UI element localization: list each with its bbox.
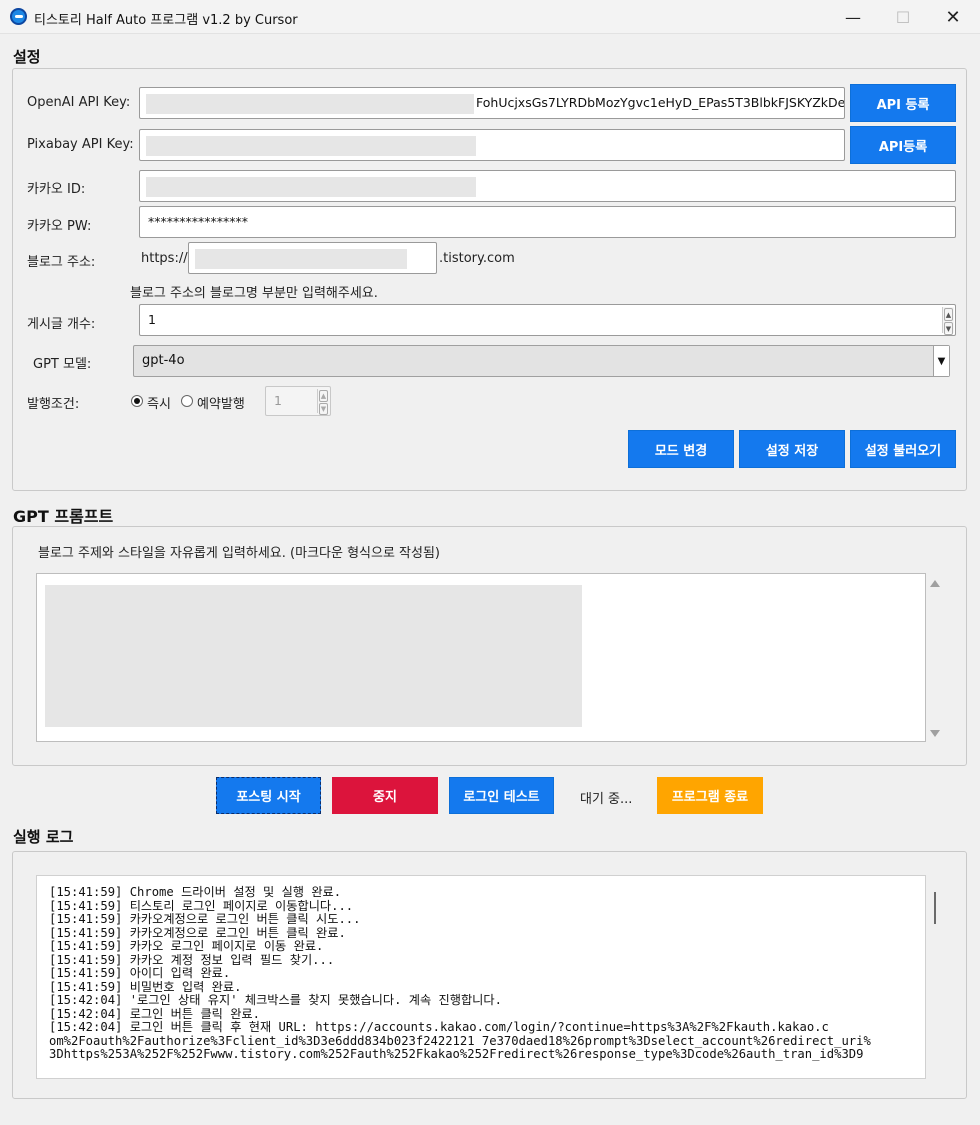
kakao-id-label: 카카오 ID:	[27, 182, 86, 197]
log-scrollbar-thumb[interactable]	[934, 892, 936, 924]
log-section-title: 실행 로그	[13, 828, 74, 846]
log-line: [15:41:59] 카카오 계정 정보 입력 필드 찾기...	[49, 952, 335, 967]
schedule-spin[interactable]: ▲ ▼	[317, 389, 329, 415]
publish-scheduled-label[interactable]: 예약발행	[197, 393, 245, 412]
prompt-scrollbar[interactable]	[927, 573, 943, 742]
exit-program-button[interactable]: 프로그램 종료	[657, 777, 763, 814]
prompt-hint: 블로그 주제와 스타일을 자유롭게 입력하세요. (마크다운 형식으로 작성됨)	[38, 546, 441, 561]
blog-hint: 블로그 주소의 블로그명 부분만 입력해주세요.	[130, 286, 378, 301]
log-line: [15:42:04] '로그인 상태 유지' 체크박스를 찾지 못했습니다. 계…	[49, 993, 502, 1007]
load-settings-button[interactable]: 설정 불러오기	[850, 430, 956, 468]
publish-scheduled-radio[interactable]	[181, 395, 193, 407]
log-line: [15:41:59] 카카오계정으로 로그인 버튼 클릭 완료.	[49, 925, 346, 940]
kakao-pw-input[interactable]: ****************	[139, 206, 956, 238]
kakao-id-input[interactable]	[139, 170, 956, 202]
mode-change-button[interactable]: 모드 변경	[628, 430, 734, 468]
openai-key-input[interactable]: FohUcjxsGs7LYRDbMozYgvc1eHyD_EPas5T3Blbk…	[139, 87, 845, 119]
title-bar: 티스토리 Half Auto 프로그램 v1.2 by Cursor — ☐ ✕	[0, 0, 980, 34]
log-line: [15:41:59] 카카오 로그인 페이지로 이동 완료.	[49, 939, 324, 953]
minimize-button[interactable]: —	[828, 0, 878, 34]
spin-down-icon[interactable]: ▼	[319, 403, 328, 415]
redacted-mask	[195, 249, 407, 269]
pixabay-key-input[interactable]	[139, 129, 845, 161]
gpt-model-select[interactable]: gpt-4o ▼	[133, 345, 950, 377]
redacted-mask	[146, 136, 476, 156]
prompt-section-title: GPT 프롬프트	[13, 507, 114, 526]
publish-now-label[interactable]: 즉시	[147, 393, 171, 412]
blog-address-label: 블로그 주소:	[27, 255, 96, 270]
openai-key-label: OpenAI API Key:	[27, 95, 131, 110]
start-posting-button[interactable]: 포스팅 시작	[216, 777, 321, 814]
pixabay-register-button[interactable]: API등록	[850, 126, 956, 164]
publish-now-radio[interactable]	[131, 395, 143, 407]
redacted-mask	[146, 94, 474, 114]
post-count-spin[interactable]: ▲ ▼	[942, 307, 954, 335]
redacted-mask	[146, 177, 476, 197]
log-line: [15:42:04] 로그인 버튼 클릭 완료.	[49, 1006, 260, 1021]
log-line: [15:41:59] 티스토리 로그인 페이지로 이동합니다...	[49, 898, 354, 913]
log-lines: [15:41:59] Chrome 드라이버 설정 및 실행 완료. [15:4…	[49, 885, 871, 1062]
log-line: [15:41:59] Chrome 드라이버 설정 및 실행 완료.	[49, 885, 342, 899]
log-line: [15:41:59] 카카오계정으로 로그인 버튼 클릭 시도...	[49, 912, 361, 926]
spin-up-icon[interactable]: ▲	[944, 308, 953, 321]
openai-register-button[interactable]: API 등록	[850, 84, 956, 122]
app-logo-icon	[10, 8, 27, 25]
openai-key-value: FohUcjxsGs7LYRDbMozYgvc1eHyD_EPas5T3Blbk…	[476, 95, 845, 110]
blog-name-input[interactable]	[188, 242, 437, 274]
post-count-stepper[interactable]: 1	[139, 304, 956, 336]
settings-section-title: 설정	[13, 48, 41, 66]
spin-down-icon[interactable]: ▼	[944, 322, 953, 335]
kakao-pw-label: 카카오 PW:	[27, 219, 92, 234]
maximize-button[interactable]: ☐	[878, 0, 928, 34]
publish-condition-label: 발행조건:	[27, 397, 80, 412]
execution-log[interactable]: [15:41:59] Chrome 드라이버 설정 및 실행 완료. [15:4…	[36, 875, 926, 1079]
log-line: [15:42:04] 로그인 버튼 클릭 후 현재 URL: https://a…	[49, 1020, 829, 1034]
post-count-value: 1	[148, 312, 156, 327]
log-line: [15:41:59] 아이디 입력 완료.	[49, 966, 231, 980]
status-text: 대기 중...	[580, 792, 633, 807]
prompt-textarea[interactable]	[36, 573, 926, 742]
gpt-model-value: gpt-4o	[142, 353, 185, 368]
post-count-label: 게시글 개수:	[27, 317, 96, 332]
log-line: om%2Foauth%2Fauthorize%3Fclient_id%3D3e6…	[49, 1033, 871, 1048]
blog-suffix: .tistory.com	[439, 251, 515, 266]
redacted-mask	[45, 585, 582, 727]
spin-up-icon[interactable]: ▲	[319, 390, 328, 402]
close-button[interactable]: ✕	[928, 0, 978, 34]
stop-button[interactable]: 중지	[332, 777, 438, 814]
save-settings-button[interactable]: 설정 저장	[739, 430, 845, 468]
schedule-value: 1	[274, 393, 282, 408]
kakao-pw-value: ****************	[148, 214, 248, 229]
blog-prefix: https://	[141, 251, 188, 266]
pixabay-key-label: Pixabay API Key:	[27, 137, 134, 152]
chevron-down-icon[interactable]: ▼	[933, 346, 949, 376]
scroll-up-icon[interactable]	[930, 580, 940, 587]
gpt-model-label: GPT 모델:	[33, 357, 92, 372]
log-line: [15:41:59] 비밀번호 입력 완료.	[49, 979, 242, 994]
log-line: 3Dhttps%253A%252F%252Fwww.tistory.com%25…	[49, 1047, 864, 1061]
window-title: 티스토리 Half Auto 프로그램 v1.2 by Cursor	[34, 13, 298, 28]
login-test-button[interactable]: 로그인 테스트	[449, 777, 554, 814]
scroll-down-icon[interactable]	[930, 730, 940, 737]
